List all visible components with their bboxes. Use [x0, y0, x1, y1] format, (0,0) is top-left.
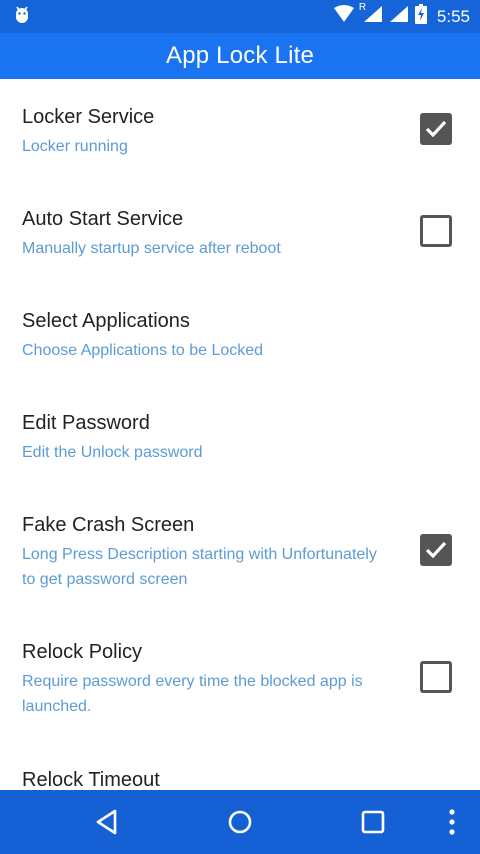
relock-policy-checkbox[interactable]: [420, 661, 452, 693]
settings-list: Locker Service Locker running Auto Start…: [0, 79, 480, 790]
setting-summary: Choose Applications to be Locked: [22, 342, 264, 359]
setting-relock-policy[interactable]: Relock Policy Require password every tim…: [0, 639, 480, 719]
home-icon[interactable]: [224, 806, 256, 838]
setting-fake-crash-screen[interactable]: Fake Crash Screen Long Press Description…: [0, 512, 480, 592]
signal-icon: [389, 5, 409, 28]
setting-edit-password[interactable]: Edit Password Edit the Unlock password: [0, 410, 480, 465]
roaming-label: R: [358, 2, 367, 13]
checkmark-icon: [425, 541, 447, 559]
setting-title: Auto Start Service: [22, 208, 184, 230]
back-icon[interactable]: [92, 806, 124, 838]
status-left: [14, 5, 30, 28]
setting-summary: Locker running: [22, 138, 128, 155]
setting-auto-start-service[interactable]: Auto Start Service Manually startup serv…: [0, 206, 480, 261]
setting-title: Edit Password: [22, 412, 150, 434]
status-time: 5:55: [436, 6, 470, 26]
setting-summary: Manually startup service after reboot: [22, 240, 281, 257]
setting-title: Locker Service: [22, 106, 155, 128]
auto-start-service-checkbox[interactable]: [420, 215, 452, 247]
fake-crash-screen-checkbox[interactable]: [420, 534, 452, 566]
android-debug-icon: [14, 5, 30, 28]
nav-bar: [0, 790, 480, 854]
setting-title: Select Applications: [22, 310, 190, 332]
setting-locker-service[interactable]: Locker Service Locker running: [0, 104, 480, 159]
wifi-icon: [333, 5, 355, 28]
setting-select-applications[interactable]: Select Applications Choose Applications …: [0, 308, 480, 363]
setting-summary: Long Press Description starting with Unf…: [22, 546, 377, 588]
status-bar: R 5:55: [0, 0, 480, 33]
recents-icon[interactable]: [357, 806, 389, 838]
app-title: App Lock Lite: [165, 42, 315, 69]
battery-charging-icon: [414, 4, 427, 29]
locker-service-checkbox[interactable]: [420, 113, 452, 145]
status-right: R 5:55: [333, 2, 470, 29]
setting-title: Relock Policy: [22, 641, 143, 663]
setting-summary: Require password every time the blocked …: [22, 673, 363, 715]
roaming-signal-icon: R: [358, 2, 383, 28]
setting-summary: Edit the Unlock password: [22, 444, 203, 461]
setting-title: Fake Crash Screen: [22, 514, 195, 536]
setting-relock-timeout[interactable]: Relock Timeout: [0, 767, 480, 790]
checkmark-icon: [425, 120, 447, 138]
app-bar: App Lock Lite: [0, 33, 480, 79]
setting-title: Relock Timeout: [22, 769, 160, 790]
overflow-menu-icon[interactable]: [440, 806, 464, 838]
